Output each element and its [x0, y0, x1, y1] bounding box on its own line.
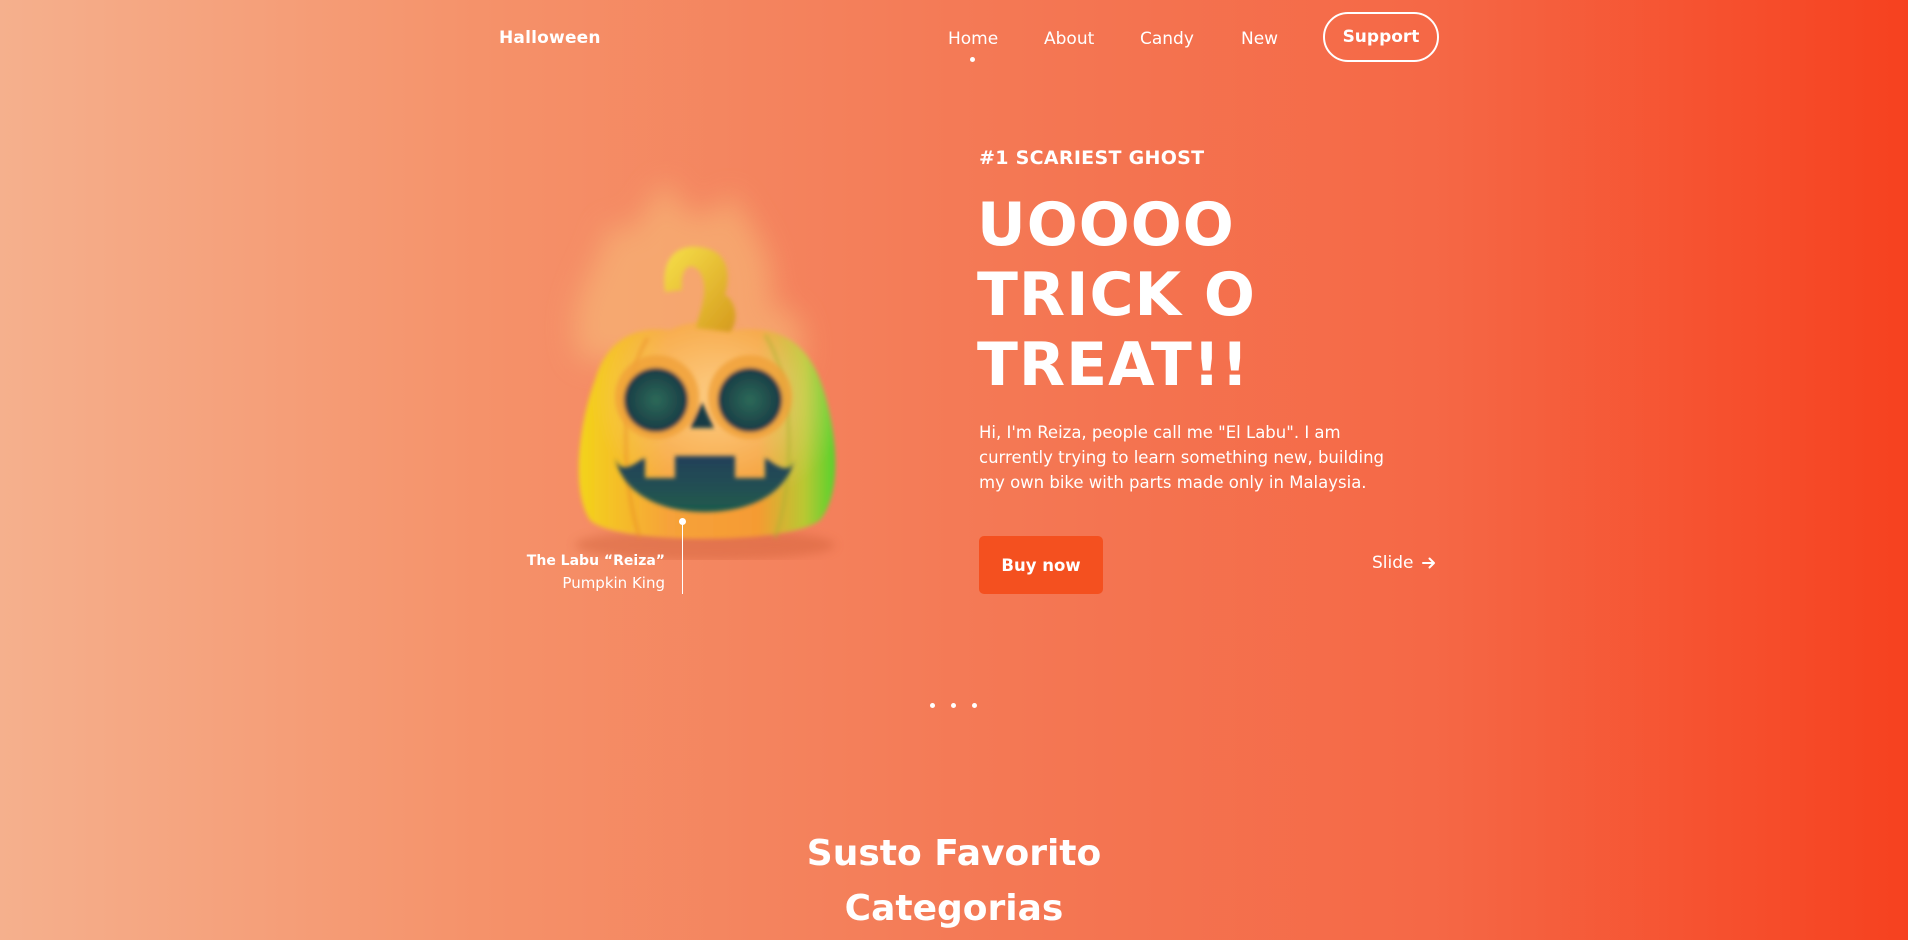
header: Halloween Home About Candy New Support	[0, 0, 1908, 80]
headline-line-1: UOOOO	[977, 190, 1235, 260]
hero-eyebrow: #1 SCARIEST GHOST	[979, 147, 1205, 169]
caption-subtitle: Pumpkin King	[562, 574, 665, 592]
logo[interactable]: Halloween	[499, 28, 601, 48]
pumpkin-illustration	[520, 160, 880, 560]
section-title: Susto Favorito Categorias	[0, 826, 1908, 936]
hero-description: Hi, I'm Reiza, people call me "El Labu".…	[979, 423, 1385, 492]
headline-line-3: TREAT!!	[977, 330, 1250, 400]
pager-dot-3[interactable]	[972, 703, 977, 708]
slide-pager	[930, 703, 977, 708]
hero-headline: UOOOO TRICK O TREAT!!	[977, 190, 1256, 400]
nav-about[interactable]: About	[1044, 29, 1094, 49]
nav-new[interactable]: New	[1241, 29, 1278, 49]
caption-title: The Labu “Reiza”	[526, 553, 665, 569]
slide-label: Slide	[1372, 553, 1414, 573]
headline-line-2: TRICK O	[977, 260, 1256, 330]
slide-link[interactable]: Slide	[1372, 553, 1436, 573]
nav-candy[interactable]: Candy	[1140, 29, 1194, 49]
section-title-line-2: Categorias	[844, 888, 1064, 929]
section-title-line-1: Susto Favorito	[806, 833, 1102, 874]
nav-home[interactable]: Home	[948, 29, 998, 49]
nav-active-indicator	[970, 57, 975, 62]
pager-dot-1[interactable]	[930, 703, 935, 708]
arrow-right-icon	[1421, 557, 1435, 569]
support-button[interactable]: Support	[1323, 12, 1439, 62]
caption-pointer-line	[682, 522, 683, 594]
buy-now-button[interactable]: Buy now	[979, 536, 1103, 594]
pager-dot-2[interactable]	[951, 703, 956, 708]
